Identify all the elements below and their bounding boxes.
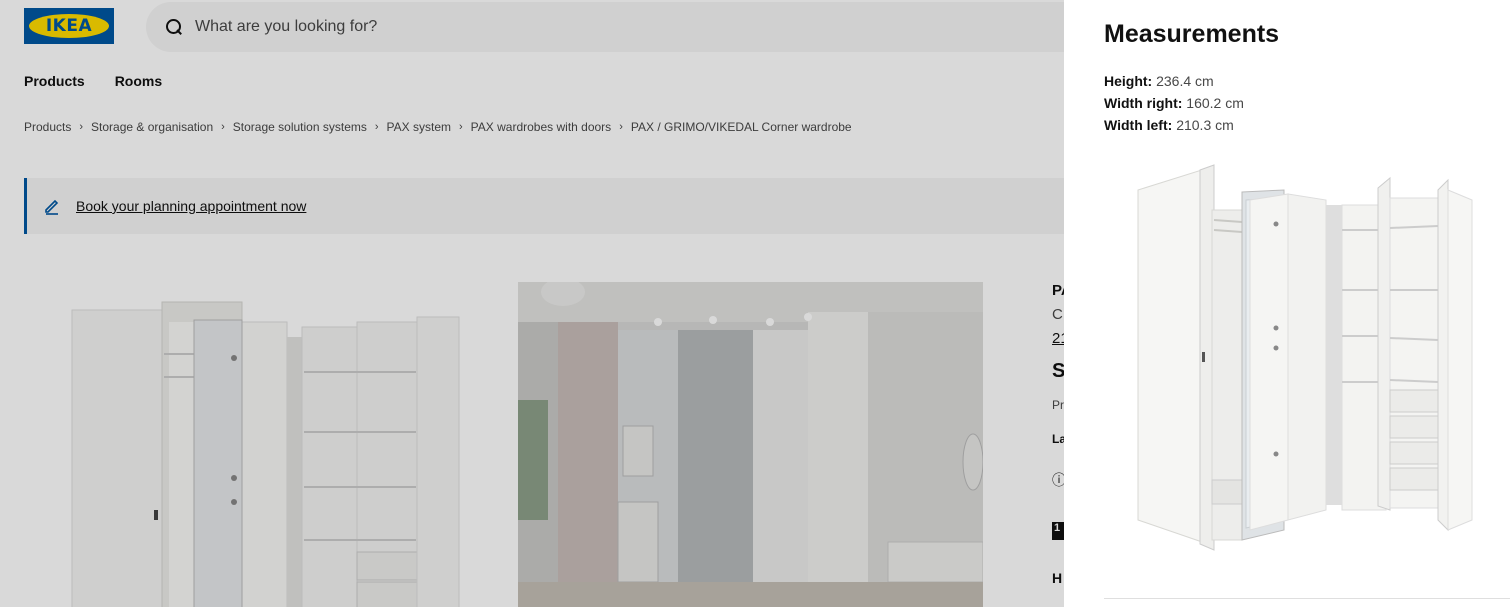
measurements-panel: Measurements Height: 236.4 cm Width righ…	[1064, 0, 1510, 607]
measurement-row: Height: 236.4 cm	[1104, 70, 1244, 92]
corner-wardrobe-drawing	[1137, 164, 1473, 551]
measurements-list: Height: 236.4 cm Width right: 160.2 cm W…	[1104, 70, 1244, 136]
product-page: IKEA Products Rooms Products › Storage &…	[0, 0, 1064, 607]
measurement-diagram-image	[1128, 160, 1476, 554]
measurement-value: 210.3 cm	[1176, 117, 1234, 133]
measurement-value: 160.2 cm	[1186, 95, 1244, 111]
modal-backdrop[interactable]	[0, 0, 1064, 607]
panel-divider	[1104, 598, 1510, 599]
measurement-row: Width right: 160.2 cm	[1104, 92, 1244, 114]
measurement-row: Width left: 210.3 cm	[1104, 114, 1244, 136]
panel-title: Measurements	[1104, 20, 1280, 48]
measurement-label: Height:	[1104, 73, 1153, 89]
measurement-label: Width right:	[1104, 95, 1183, 111]
measurement-value: 236.4 cm	[1156, 73, 1214, 89]
measurement-label: Width left:	[1104, 117, 1173, 133]
